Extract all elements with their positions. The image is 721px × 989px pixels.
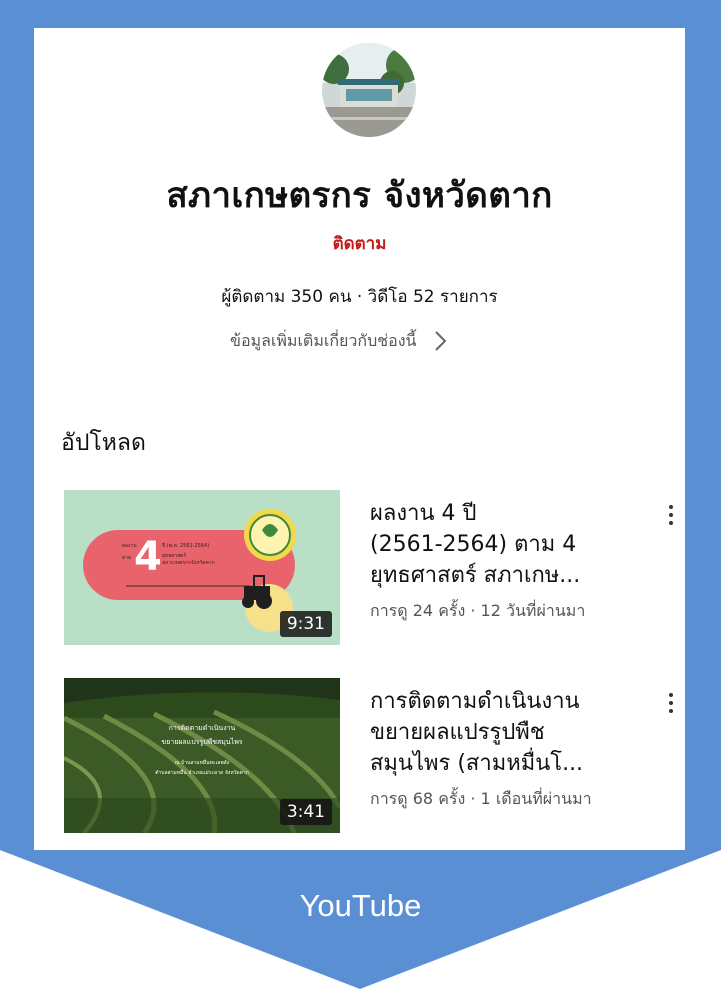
chevron-right-icon — [435, 331, 447, 351]
video-title-line: (2561-2564) ตาม 4 — [370, 532, 577, 557]
thumb-line-2: ยุทธศาสตร์ — [162, 552, 187, 559]
video-duration: 9:31 — [279, 611, 332, 637]
follow-button[interactable]: ติดตาม — [34, 230, 685, 257]
video-title-line: สมุนไพร (สามหมื่นโ... — [370, 751, 584, 776]
video-title[interactable]: ผลงาน 4 ปี (2561-2564) ตาม 4 ยุทธศาสตร์ … — [370, 498, 646, 591]
thumb-line-3: สภาเกษตรกรจังหวัดตาก — [162, 560, 215, 566]
video-title-line: ยุทธศาสตร์ สภาเกษ... — [370, 563, 581, 588]
video-thumbnail[interactable]: การติดตามดำเนินงาน ขยายผลแปรรูปพืชสมุนไพ… — [64, 678, 340, 833]
channel-stats: ผู้ติดตาม 350 คน · วิดีโอ 52 รายการ — [221, 287, 498, 307]
youtube-label: YouTube — [299, 888, 422, 923]
thumb-line-1: ปี (พ.ศ. 2561-2564) — [162, 542, 210, 549]
youtube-channel-card: สภาเกษตรกร จังหวัดตาก ติดตาม ผู้ติดตาม 3… — [34, 28, 685, 850]
thumb-line-4: ตำบลสามหมื่น อำเภอแม่ระมาด จังหวัดตาก — [155, 769, 249, 776]
video-meta: การดู 68 ครั้ง · 1 เดือนที่ผ่านมา — [370, 789, 592, 808]
video-title-line: ขยายผลแปรรูปพืช — [370, 720, 545, 745]
video-title-line: การติดตามดำเนินงาน — [370, 689, 580, 714]
video-title-line: ผลงาน 4 ปี — [370, 501, 477, 526]
thumb-left-text-b: ตาม — [122, 555, 131, 561]
channel-avatar-photo-icon — [322, 43, 416, 137]
video-title[interactable]: การติดตามดำเนินงาน ขยายผลแปรรูปพืช สมุนไ… — [370, 686, 646, 779]
video-item[interactable]: การติดตามดำเนินงาน ขยายผลแปรรูปพืชสมุนไพ… — [64, 678, 685, 833]
video-meta: การดู 24 ครั้ง · 12 วันที่ผ่านมา — [370, 601, 586, 620]
thumb-line-1: การติดตามดำเนินงาน — [169, 724, 236, 732]
thumb-big-number: 4 — [134, 534, 162, 580]
channel-avatar[interactable] — [322, 43, 416, 137]
channel-info-link[interactable]: ข้อมูลเพิ่มเติมเกี่ยวกับช่องนี้ — [230, 329, 450, 353]
thumb-line-3: ณ บ้านสามหมื่นทะเลพลัง — [175, 759, 230, 766]
video-item[interactable]: ผลงาน ตาม 4 ปี (พ.ศ. 2561-2564) ยุทธศาสต… — [64, 490, 685, 645]
video-thumbnail[interactable]: ผลงาน ตาม 4 ปี (พ.ศ. 2561-2564) ยุทธศาสต… — [64, 490, 340, 645]
channel-title: สภาเกษตรกร จังหวัดตาก — [166, 176, 553, 216]
channel-info-label: ข้อมูลเพิ่มเติมเกี่ยวกับช่องนี้ — [230, 330, 417, 350]
more-options-icon[interactable] — [659, 690, 683, 716]
thumb-line-2: ขยายผลแปรรูปพืชสมุนไพร — [161, 737, 242, 746]
uploads-heading: อัปโหลด — [61, 430, 146, 456]
more-options-icon[interactable] — [659, 502, 683, 528]
video-duration: 3:41 — [279, 799, 332, 825]
